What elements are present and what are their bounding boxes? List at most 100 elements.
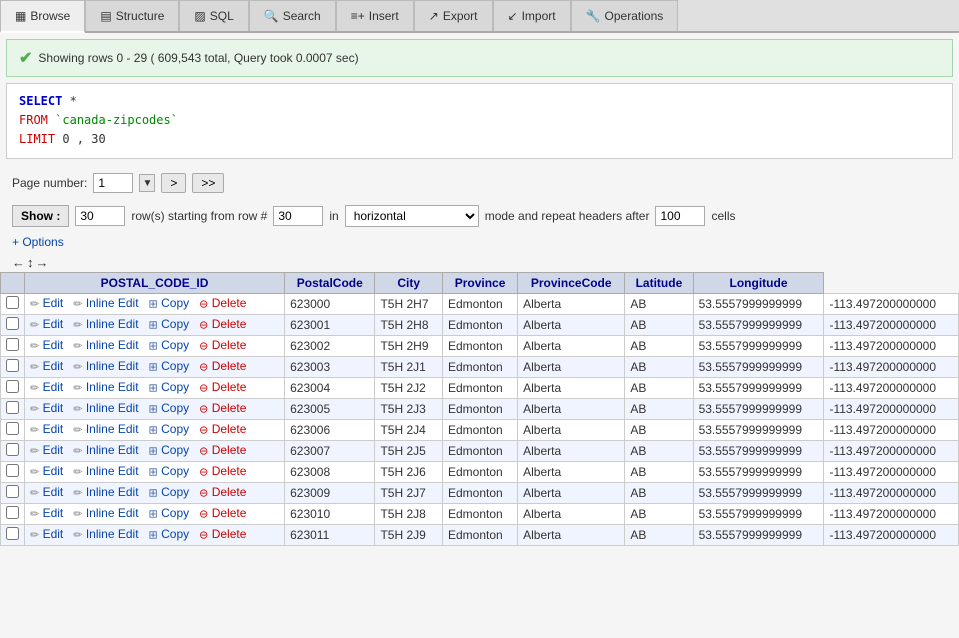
inline-edit-link[interactable]: Inline Edit <box>86 485 139 499</box>
inline-edit-link[interactable]: Inline Edit <box>86 527 139 541</box>
row-checkbox-cell[interactable] <box>1 335 25 356</box>
row-checkbox-cell[interactable] <box>1 482 25 503</box>
inline-edit-link[interactable]: Inline Edit <box>86 380 139 394</box>
tab-browse[interactable]: ▦Browse <box>0 0 85 33</box>
delete-link[interactable]: Delete <box>212 485 247 499</box>
copy-link[interactable]: Copy <box>161 443 189 457</box>
delete-link[interactable]: Delete <box>212 422 247 436</box>
options-link[interactable]: + Options <box>0 231 959 253</box>
copy-link[interactable]: Copy <box>161 485 189 499</box>
inline-edit-link[interactable]: Inline Edit <box>86 401 139 415</box>
edit-link[interactable]: Edit <box>43 443 64 457</box>
row-checkbox[interactable] <box>6 338 19 351</box>
tab-export[interactable]: ↗Export <box>414 0 493 31</box>
col-header-postal-code[interactable]: PostalCode <box>285 272 375 293</box>
mode-select[interactable]: horizontal vertical horizontalflipped ve… <box>345 205 479 227</box>
row-checkbox[interactable] <box>6 506 19 519</box>
delete-link[interactable]: Delete <box>212 506 247 520</box>
copy-link[interactable]: Copy <box>161 527 189 541</box>
edit-link[interactable]: Edit <box>43 296 64 310</box>
copy-link[interactable]: Copy <box>161 422 189 436</box>
row-checkbox-cell[interactable] <box>1 314 25 335</box>
row-checkbox-cell[interactable] <box>1 419 25 440</box>
row-checkbox-cell[interactable] <box>1 524 25 545</box>
edit-link[interactable]: Edit <box>43 485 64 499</box>
delete-link[interactable]: Delete <box>212 464 247 478</box>
delete-link[interactable]: Delete <box>212 359 247 373</box>
edit-link[interactable]: Edit <box>43 380 64 394</box>
delete-link[interactable]: Delete <box>212 317 247 331</box>
inline-edit-link[interactable]: Inline Edit <box>86 359 139 373</box>
delete-link[interactable]: Delete <box>212 401 247 415</box>
row-checkbox[interactable] <box>6 401 19 414</box>
next-page-button[interactable]: > <box>161 173 186 193</box>
inline-edit-link[interactable]: Inline Edit <box>86 443 139 457</box>
row-checkbox-cell[interactable] <box>1 503 25 524</box>
delete-link[interactable]: Delete <box>212 338 247 352</box>
tab-structure[interactable]: ▤Structure <box>85 0 179 31</box>
row-checkbox[interactable] <box>6 527 19 540</box>
from-row-input[interactable] <box>273 206 323 226</box>
col-header-city[interactable]: City <box>375 272 443 293</box>
tab-import[interactable]: ↙Import <box>493 0 571 31</box>
delete-link[interactable]: Delete <box>212 527 247 541</box>
delete-link[interactable]: Delete <box>212 443 247 457</box>
tab-search[interactable]: 🔍Search <box>249 0 336 31</box>
copy-link[interactable]: Copy <box>161 401 189 415</box>
tab-operations[interactable]: 🔧Operations <box>571 0 679 31</box>
col-header-postal-code-id[interactable]: POSTAL_CODE_ID <box>25 272 285 293</box>
edit-link[interactable]: Edit <box>43 401 64 415</box>
tab-insert[interactable]: ≡+Insert <box>336 0 414 31</box>
edit-link[interactable]: Edit <box>43 317 64 331</box>
inline-edit-link[interactable]: Inline Edit <box>86 422 139 436</box>
row-checkbox[interactable] <box>6 296 19 309</box>
nav-right-arrow[interactable]: → <box>36 255 49 270</box>
col-header-province[interactable]: Province <box>442 272 517 293</box>
copy-link[interactable]: Copy <box>161 317 189 331</box>
cell-postal-code: T5H 2J9 <box>375 524 443 545</box>
col-header-latitude[interactable]: Latitude <box>625 272 693 293</box>
copy-link[interactable]: Copy <box>161 296 189 310</box>
edit-link[interactable]: Edit <box>43 464 64 478</box>
row-checkbox-cell[interactable] <box>1 398 25 419</box>
col-header-province-code[interactable]: ProvinceCode <box>518 272 625 293</box>
next-next-page-button[interactable]: >> <box>192 173 224 193</box>
nav-left-arrow[interactable]: ← <box>12 255 25 270</box>
row-checkbox[interactable] <box>6 485 19 498</box>
edit-link[interactable]: Edit <box>43 422 64 436</box>
inline-edit-link[interactable]: Inline Edit <box>86 338 139 352</box>
row-checkbox[interactable] <box>6 422 19 435</box>
copy-link[interactable]: Copy <box>161 359 189 373</box>
row-checkbox-cell[interactable] <box>1 440 25 461</box>
delete-link[interactable]: Delete <box>212 296 247 310</box>
tab-sql[interactable]: ▨SQL <box>179 0 248 31</box>
show-button[interactable]: Show : <box>12 205 69 227</box>
copy-link[interactable]: Copy <box>161 464 189 478</box>
row-checkbox[interactable] <box>6 443 19 456</box>
col-header-longitude[interactable]: Longitude <box>693 272 824 293</box>
row-checkbox[interactable] <box>6 380 19 393</box>
page-dropdown-arrow[interactable]: ▼ <box>139 174 155 192</box>
row-checkbox-cell[interactable] <box>1 461 25 482</box>
row-checkbox-cell[interactable] <box>1 356 25 377</box>
rows-count-input[interactable] <box>75 206 125 226</box>
row-checkbox[interactable] <box>6 464 19 477</box>
delete-link[interactable]: Delete <box>212 380 247 394</box>
inline-edit-link[interactable]: Inline Edit <box>86 506 139 520</box>
copy-link[interactable]: Copy <box>161 338 189 352</box>
edit-link[interactable]: Edit <box>43 527 64 541</box>
row-checkbox-cell[interactable] <box>1 293 25 314</box>
headers-repeat-input[interactable] <box>655 206 705 226</box>
copy-link[interactable]: Copy <box>161 506 189 520</box>
row-checkbox-cell[interactable] <box>1 377 25 398</box>
edit-link[interactable]: Edit <box>43 338 64 352</box>
inline-edit-link[interactable]: Inline Edit <box>86 296 139 310</box>
row-checkbox[interactable] <box>6 317 19 330</box>
inline-edit-link[interactable]: Inline Edit <box>86 464 139 478</box>
row-checkbox[interactable] <box>6 359 19 372</box>
page-number-input[interactable] <box>93 173 133 193</box>
edit-link[interactable]: Edit <box>43 506 64 520</box>
inline-edit-link[interactable]: Inline Edit <box>86 317 139 331</box>
edit-link[interactable]: Edit <box>43 359 64 373</box>
copy-link[interactable]: Copy <box>161 380 189 394</box>
